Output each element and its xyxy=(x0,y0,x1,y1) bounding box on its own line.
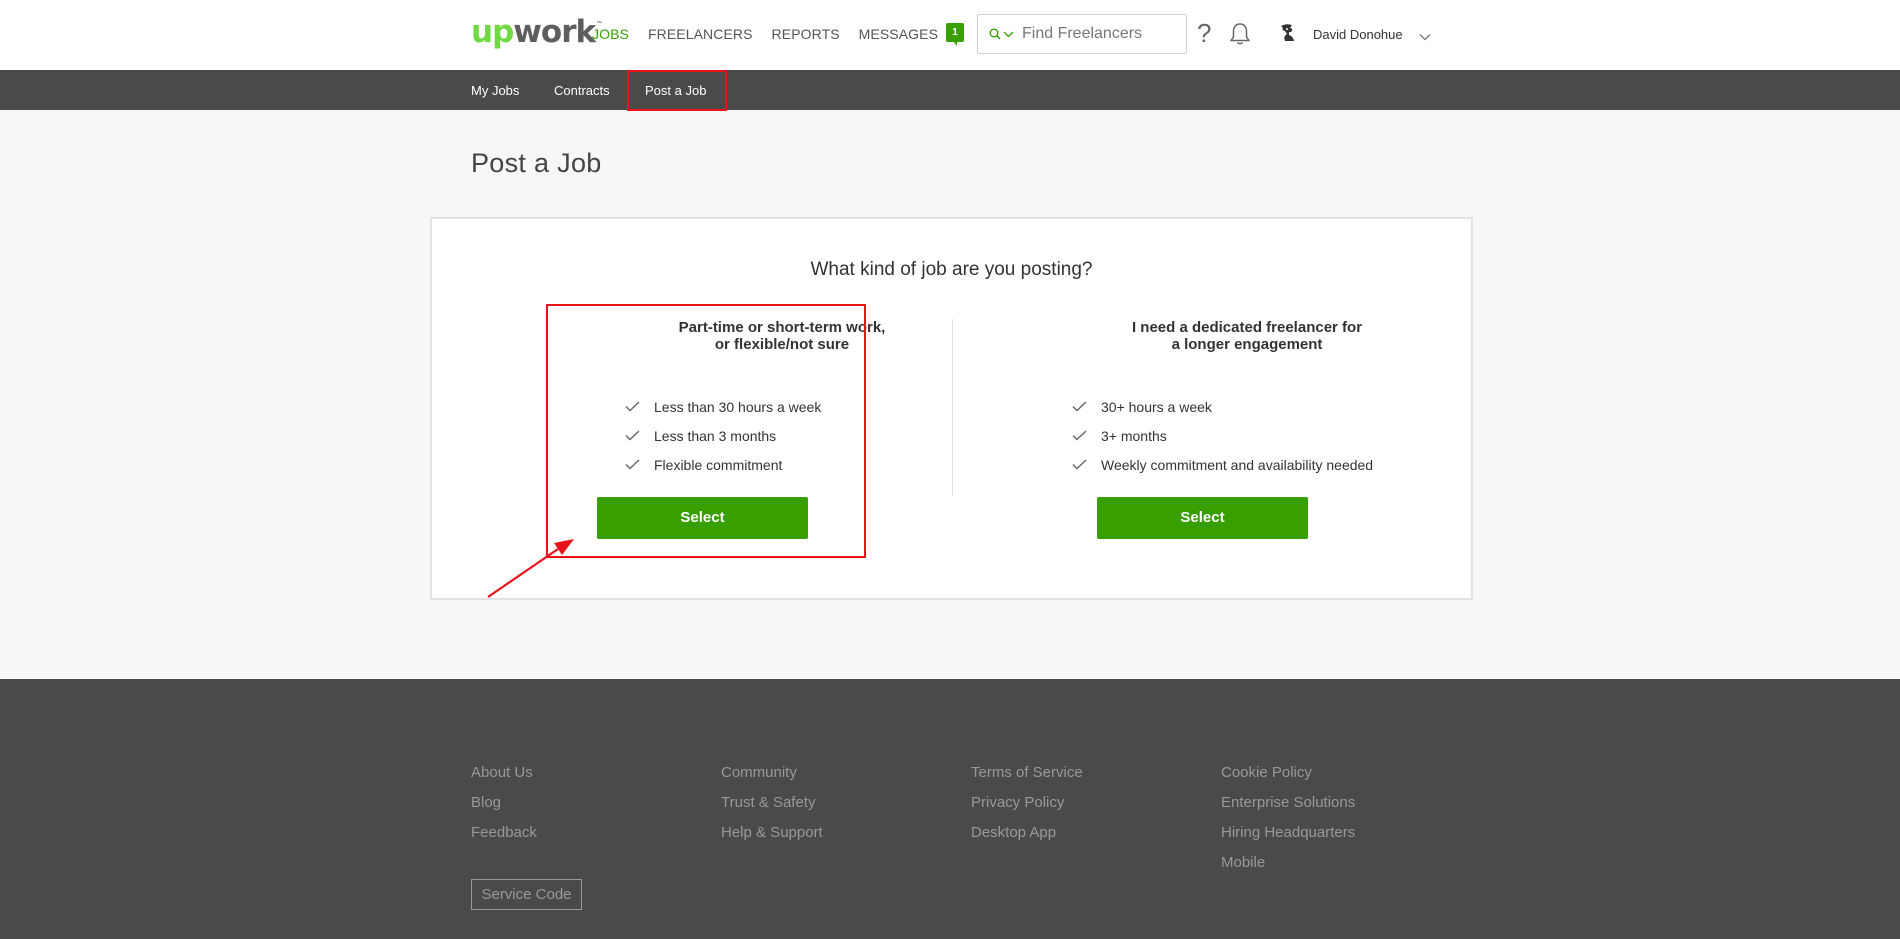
search-icon[interactable] xyxy=(989,28,1001,40)
feature-label: 30+ hours a week xyxy=(1101,398,1212,415)
list-item: 3+ months xyxy=(1072,421,1427,450)
option-long-term-features: 30+ hours a week 3+ months Weekly commit… xyxy=(1072,392,1427,479)
nav-reports[interactable]: REPORTS xyxy=(772,26,840,42)
footer-column-1: About Us Blog Feedback xyxy=(471,764,537,854)
footer-link-cookie-policy[interactable]: Cookie Policy xyxy=(1221,764,1355,794)
footer: About Us Blog Feedback Community Trust &… xyxy=(0,679,1900,939)
footer-column-3: Terms of Service Privacy Policy Desktop … xyxy=(971,764,1083,854)
sub-nav: My Jobs Contracts Post a Job xyxy=(0,70,1900,110)
checkmark-icon xyxy=(1072,459,1089,470)
user-menu-chevron-down-icon[interactable] xyxy=(1419,28,1431,46)
logo-work: work xyxy=(513,14,596,50)
nav-messages[interactable]: MESSAGES 1 xyxy=(858,23,965,46)
footer-link-feedback[interactable]: Feedback xyxy=(471,824,537,854)
annotation-arrow-icon xyxy=(487,539,574,598)
footer-link-mobile[interactable]: Mobile xyxy=(1221,854,1355,884)
footer-link-desktop-app[interactable]: Desktop App xyxy=(971,824,1083,854)
upwork-logo[interactable]: up work ™ xyxy=(471,15,602,51)
checkmark-icon xyxy=(1072,401,1089,412)
footer-link-trust-safety[interactable]: Trust & Safety xyxy=(721,794,823,824)
checkmark-icon xyxy=(1072,430,1089,441)
select-long-term-button[interactable]: Select xyxy=(1097,497,1308,539)
option-long-term-title-line2: a longer engagement xyxy=(1171,336,1323,353)
nav-jobs[interactable]: JOBS xyxy=(592,26,629,42)
footer-link-enterprise[interactable]: Enterprise Solutions xyxy=(1221,794,1355,824)
footer-column-4: Cookie Policy Enterprise Solutions Hirin… xyxy=(1221,764,1355,884)
user-name[interactable]: David Donohue xyxy=(1313,27,1403,42)
nav-freelancers[interactable]: FREELANCERS xyxy=(648,26,753,42)
nav-messages-label: MESSAGES xyxy=(858,26,939,42)
footer-link-blog[interactable]: Blog xyxy=(471,794,537,824)
feature-label: Weekly commitment and availability neede… xyxy=(1101,456,1374,473)
main-nav: JOBS FREELANCERS REPORTS MESSAGES 1 xyxy=(592,23,965,46)
page-title: Post a Job xyxy=(471,148,602,178)
avatar[interactable] xyxy=(1277,22,1299,44)
list-item: Weekly commitment and availability neede… xyxy=(1072,450,1427,479)
footer-link-help-support[interactable]: Help & Support xyxy=(721,824,823,854)
feature-label: 3+ months xyxy=(1101,427,1167,444)
subnav-contracts[interactable]: Contracts xyxy=(554,83,610,98)
search-type-chevron-down-icon[interactable] xyxy=(1003,31,1014,38)
footer-link-about-us[interactable]: About Us xyxy=(471,764,537,794)
option-long-term-title: I need a dedicated freelancer for a long… xyxy=(1067,319,1427,353)
bell-icon[interactable] xyxy=(1229,22,1251,51)
top-header: up work ™ JOBS FREELANCERS REPORTS MESSAGE… xyxy=(0,0,1900,70)
messages-count-badge: 1 xyxy=(946,23,965,46)
subnav-my-jobs[interactable]: My Jobs xyxy=(471,83,519,98)
footer-link-community[interactable]: Community xyxy=(721,764,823,794)
help-icon[interactable]: ? xyxy=(1197,18,1211,48)
list-item: 30+ hours a week xyxy=(1072,392,1427,421)
footer-link-terms[interactable]: Terms of Service xyxy=(971,764,1083,794)
footer-link-hiring-hq[interactable]: Hiring Headquarters xyxy=(1221,824,1355,854)
search-input[interactable] xyxy=(1022,25,1172,43)
logo-up: up xyxy=(471,14,514,50)
job-type-question: What kind of job are you posting? xyxy=(810,259,1093,280)
post-a-job-highlight-box xyxy=(627,70,727,111)
option-long-term-title-line1: I need a dedicated freelancer for xyxy=(1131,319,1363,336)
service-code-button[interactable]: Service Code xyxy=(471,879,582,910)
search-box xyxy=(977,14,1187,54)
footer-link-privacy[interactable]: Privacy Policy xyxy=(971,794,1083,824)
footer-column-2: Community Trust & Safety Help & Support xyxy=(721,764,823,854)
option-long-term: I need a dedicated freelancer for a long… xyxy=(1067,319,1427,479)
short-term-option-highlight-box xyxy=(546,304,866,558)
